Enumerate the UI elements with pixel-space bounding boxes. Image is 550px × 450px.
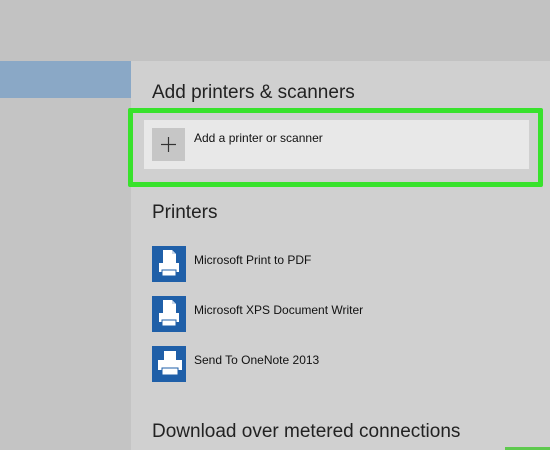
printer-label: Send To OneNote 2013 [194,353,320,367]
printer-label: Microsoft Print to PDF [194,253,312,267]
add-printers-heading: Add printers & scanners [152,82,355,103]
window-top-bar [0,0,550,61]
settings-sidebar [0,61,131,450]
printers-heading: Printers [152,202,218,223]
printer-label: Microsoft XPS Document Writer [194,303,364,317]
printer-item-onenote[interactable]: Send To OneNote 2013 [148,346,528,386]
download-metered-heading: Download over metered connections [152,421,461,442]
document-printer-icon [152,246,186,282]
printer-icon [152,346,186,382]
document-printer-icon [152,296,186,332]
printer-item-xps-writer[interactable]: Microsoft XPS Document Writer [148,296,528,336]
printer-item-print-to-pdf[interactable]: Microsoft Print to PDF [148,246,528,286]
sidebar-selected-item[interactable] [0,61,131,98]
add-printer-label: Add a printer or scanner [194,131,323,145]
plus-icon [152,128,185,161]
add-printer-button[interactable]: Add a printer or scanner [144,120,529,169]
